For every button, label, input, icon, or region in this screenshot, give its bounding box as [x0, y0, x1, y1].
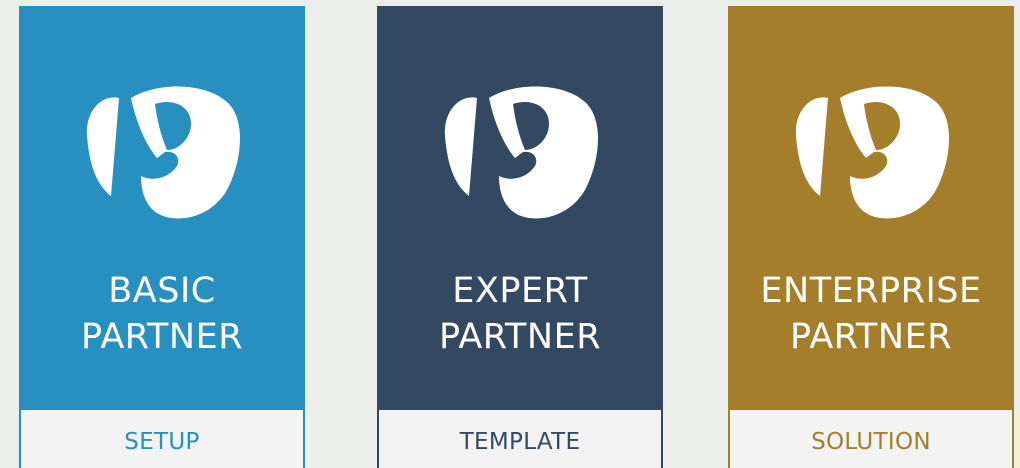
badge-footer: TEMPLATE: [377, 410, 663, 468]
badge-header: EXPERT PARTNER: [377, 6, 663, 410]
badge-title: ENTERPRISE PARTNER: [728, 268, 1014, 360]
partner-badges: BASIC PARTNER SETUP EXPERT PARTNER TEMPL…: [0, 0, 1020, 468]
p-logo-icon: [444, 86, 598, 219]
badge-title-line2: PARTNER: [80, 317, 244, 357]
badge-footer: SETUP: [19, 410, 305, 468]
badge-title-line2: PARTNER: [438, 317, 602, 357]
badge-title-line2: PARTNER: [789, 317, 953, 357]
badge-header: BASIC PARTNER: [19, 6, 305, 410]
badge-title-line1: EXPERT: [452, 271, 588, 311]
enterprise-partner-badge: ENTERPRISE PARTNER SOLUTION: [728, 6, 1014, 468]
p-logo-icon: [795, 86, 949, 219]
badge-footer-label: TEMPLATE: [459, 429, 581, 455]
badge-title: EXPERT PARTNER: [377, 268, 663, 360]
basic-partner-badge: BASIC PARTNER SETUP: [19, 6, 305, 468]
p-logo-icon: [86, 86, 240, 219]
badge-header: ENTERPRISE PARTNER: [728, 6, 1014, 410]
expert-partner-badge: EXPERT PARTNER TEMPLATE: [377, 6, 663, 468]
badge-title: BASIC PARTNER: [19, 268, 305, 360]
badge-title-line1: BASIC: [108, 271, 216, 311]
badge-footer-label: SOLUTION: [811, 429, 931, 455]
badge-footer-label: SETUP: [124, 429, 200, 455]
badge-title-line1: ENTERPRISE: [760, 271, 982, 311]
badge-footer: SOLUTION: [728, 410, 1014, 468]
